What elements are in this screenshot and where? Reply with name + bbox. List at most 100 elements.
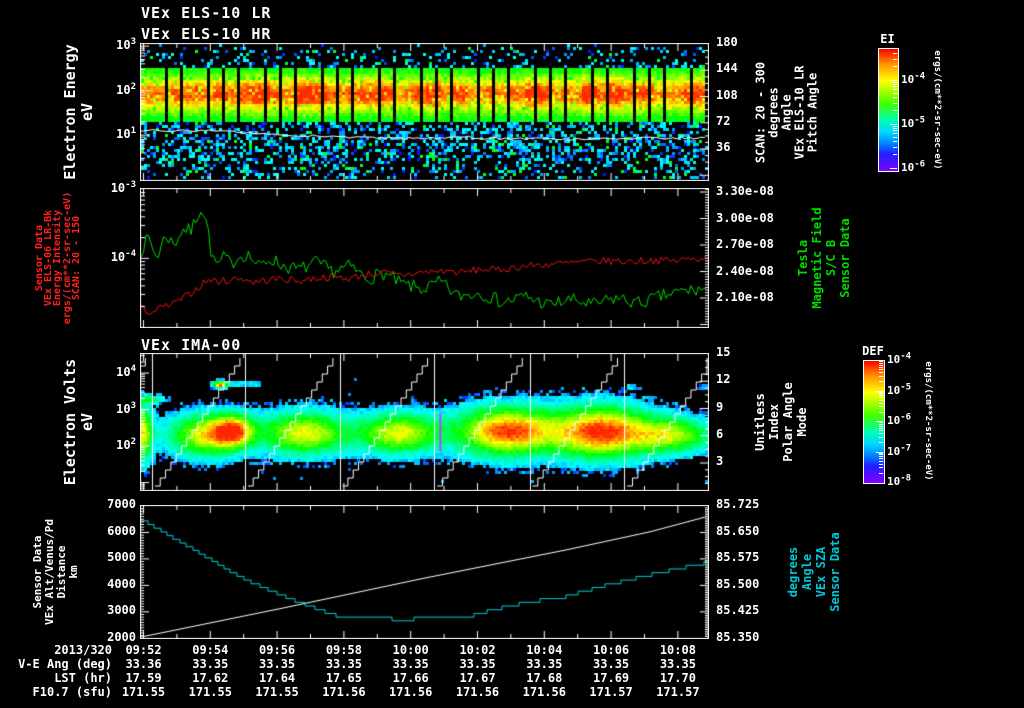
colorbar-tick-mark: [893, 89, 897, 91]
panel2-right-label: Tesla Magnetic Field S/C B Sensor Data: [796, 207, 852, 309]
colorbar-tick-mark: [879, 393, 883, 395]
table-value-lst: 17.62: [192, 671, 229, 685]
els-pitch-spectrogram-canvas: [140, 43, 709, 181]
colorbar-tick-mark: [893, 141, 897, 143]
table-value-f10.7: 171.56: [455, 685, 500, 699]
colorbar-tick-mark: [893, 86, 897, 88]
time-axis-label: 09:56: [259, 643, 296, 657]
table-value-v-e: 33.35: [325, 657, 362, 671]
colorbar-tick-mark: [879, 472, 883, 474]
colorbar-tick-mark: [893, 125, 897, 127]
table-value-f10.7: 171.57: [656, 685, 700, 699]
colorbar-tick-mark: [890, 79, 897, 81]
time-axis-label: 10:08: [659, 643, 696, 657]
table-value-f10.7: 171.55: [255, 685, 299, 699]
colorbar-tick-mark: [893, 102, 897, 104]
colorbar-tick-mark: [879, 369, 883, 371]
colorbar-tick-mark: [890, 123, 897, 125]
colorbar-tick-mark: [879, 399, 883, 401]
panel3-title-ima: VEx IMA-00: [141, 336, 242, 354]
colorbar-tick-mark: [893, 127, 897, 129]
panel1-right-label: SCAN: 20 - 300 degrees Angle VEx ELS-10 …: [753, 61, 820, 163]
colorbar-tick-mark: [879, 391, 883, 393]
colorbar-tick-mark: [893, 136, 897, 138]
colorbar-tick-mark: [879, 458, 883, 460]
row-label-ve-ang: V-E Ang (deg): [18, 657, 112, 671]
colorbar-tick-mark: [879, 463, 883, 465]
colorbar-tick-mark: [893, 154, 897, 156]
intensity-magfield-line-canvas: [140, 188, 709, 328]
colorbar-tick-mark: [879, 460, 883, 462]
colorbar-tick-mark: [879, 442, 883, 444]
colorbar-tick-mark: [893, 133, 897, 135]
table-value-lst: 17.70: [659, 671, 696, 685]
colorbar-tick-mark: [893, 146, 897, 148]
table-value-v-e: 33.36: [125, 657, 162, 671]
altitude-sza-line-canvas: [140, 505, 709, 639]
row-label-lst: LST (hr): [54, 671, 112, 685]
panel2-right-tick-label: 2.40e-08: [716, 263, 774, 278]
colorbar-tick-mark: [893, 110, 897, 112]
colorbar-tick-mark: [893, 66, 897, 68]
table-value-v-e: 33.35: [192, 657, 229, 671]
colorbar-tick-mark: [879, 422, 883, 424]
table-value-v-e: 33.35: [392, 657, 429, 671]
time-axis-label: 09:58: [325, 643, 362, 657]
panel2-right-tick-label: 2.70e-08: [716, 237, 774, 251]
table-value-f10.7: 171.57: [589, 685, 633, 699]
colorbar-tick-mark: [879, 372, 883, 374]
colorbar-def-unit: ergs/(cm**2-sr-sec-eV): [923, 361, 933, 481]
colorbar-tick-mark: [893, 92, 897, 94]
time-axis-label: 10:04: [526, 643, 563, 657]
colorbar-tick-mark: [879, 436, 883, 438]
colorbar-tick-mark: [893, 97, 897, 99]
table-value-lst: 17.66: [392, 671, 429, 685]
table-value-v-e: 33.35: [659, 657, 696, 671]
colorbar-tick-mark: [879, 375, 883, 377]
table-value-lst: 17.69: [593, 671, 630, 685]
table-value-lst: 17.64: [259, 671, 296, 685]
time-axis-label: 10:02: [459, 643, 496, 657]
time-axis-label: 09:52: [125, 643, 162, 657]
colorbar-tick-mark: [879, 430, 883, 432]
table-value-v-e: 33.35: [459, 657, 496, 671]
colorbar-tick-mark: [879, 467, 883, 469]
colorbar-tick-mark: [879, 452, 883, 454]
panel1-title-els-lr: VEx ELS-10 LR: [141, 4, 272, 22]
time-axis-label: 10:00: [392, 643, 429, 657]
panel4-right-label: degrees Angle VEx SZA Sensor Data: [786, 532, 842, 612]
colorbar-tick-mark: [879, 454, 883, 456]
table-value-v-e: 33.35: [593, 657, 630, 671]
colorbar-tick-mark: [879, 406, 883, 408]
panel4-ylabel: Sensor Data VEx Alt/Venus/Pd Distance km: [31, 519, 80, 625]
colorbar-tick-mark: [879, 366, 883, 368]
panel2-right-tick-label: 2.10e-08: [716, 290, 774, 304]
vex-multipanel-plot: VEx ELS-10 LR VEx ELS-10 HR VEx IMA-00 2…: [0, 0, 1024, 708]
colorbar-tick-mark: [879, 361, 883, 363]
colorbar-tick-mark: [879, 362, 883, 364]
colorbar-tick-mark: [893, 130, 897, 132]
colorbar-tick-mark: [890, 167, 897, 169]
time-axis-label: 09:54: [192, 643, 229, 657]
colorbar-tick-mark: [879, 423, 883, 425]
panel2-right-tick-label: 3.00e-08: [716, 210, 774, 225]
table-value-f10.7: 171.56: [322, 685, 366, 699]
table-value-v-e: 33.35: [526, 657, 563, 671]
panel3-right-label: Unitless Index Polar Angle Mode: [753, 382, 809, 462]
colorbar-ei-title: EI: [880, 32, 895, 46]
colorbar-tick-mark: [879, 397, 883, 399]
table-value-f10.7: 171.56: [522, 685, 566, 699]
colorbar-tick-mark: [879, 364, 883, 366]
table-value-lst: 17.65: [325, 671, 362, 685]
colorbar-tick-mark: [893, 58, 897, 60]
colorbar-tick-mark: [879, 425, 883, 427]
panel2-ylabel: Sensor Data VEx ELS-06 LR-Bk Energy Inte…: [34, 191, 82, 325]
colorbar-tick-mark: [893, 81, 897, 83]
colorbar-tick-mark: [893, 83, 897, 85]
panel1-ylabel: Electron Energy eV: [61, 44, 96, 180]
colorbar-tick-mark: [893, 53, 897, 55]
table-value-f10.7: 171.55: [188, 685, 232, 699]
table-value-lst: 17.68: [526, 671, 563, 685]
panel1-title-els-hr: VEx ELS-10 HR: [141, 25, 272, 43]
table-value-v-e: 33.35: [259, 657, 296, 671]
